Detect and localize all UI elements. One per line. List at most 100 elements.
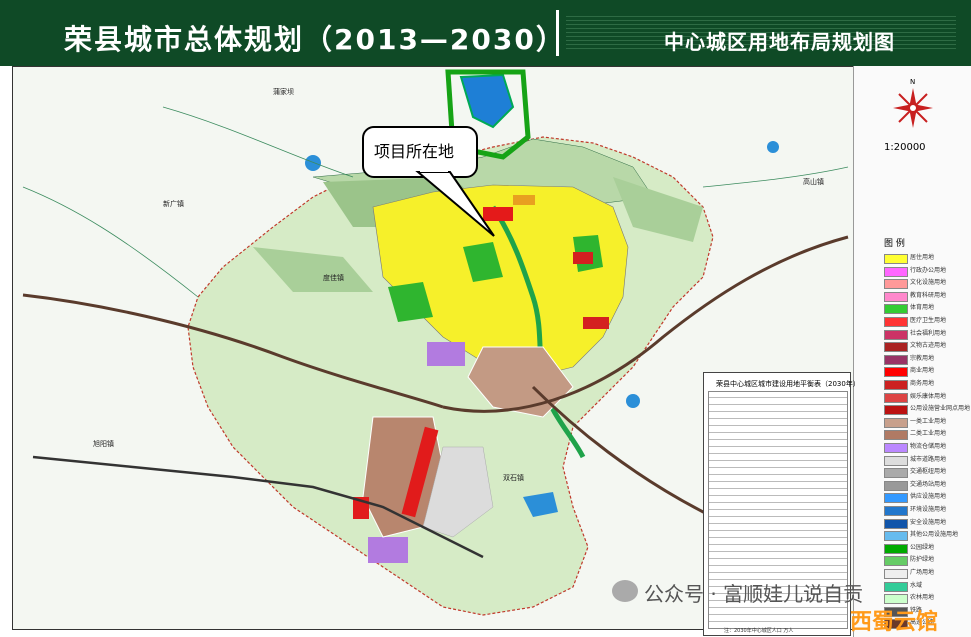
- legend-item: 教育科研用地: [884, 290, 971, 303]
- legend-item: 商务用地: [884, 378, 971, 391]
- legend-item: 水域: [884, 580, 971, 593]
- legend-item: 文化设施用地: [884, 277, 971, 290]
- legend-item: 供应设施用地: [884, 491, 971, 504]
- legend-item: 宗教用地: [884, 353, 971, 366]
- commercial-block-2: [513, 195, 535, 205]
- legend-label: 宗教用地: [910, 354, 935, 362]
- place-label-3: 新广镇: [163, 200, 184, 208]
- commercial-block-3: [573, 252, 593, 264]
- plan-title: 荣县城市总体规划（2013—2030）: [64, 23, 566, 56]
- legend-swatch: [884, 493, 908, 504]
- legend-label: 安全设施用地: [910, 518, 947, 526]
- legend-label: 居住用地: [910, 254, 935, 261]
- legend-panel: N 1:20000 图 例 居住用地行政办公用地 文化设施用地 教育科研用地 体育用地…: [853, 66, 971, 637]
- legend-swatch: [884, 380, 908, 390]
- legend-swatch: [884, 254, 908, 264]
- legend-label: 商务用地: [910, 380, 935, 387]
- place-label-4: 旭阳镇: [93, 440, 114, 448]
- legend-item: 一类工业用地: [884, 416, 971, 429]
- legend-item: 公园绿地: [884, 542, 971, 555]
- logistics-block-1: [427, 342, 465, 366]
- legend-label: 娱乐康体用地: [910, 392, 947, 400]
- legend-swatch: [884, 266, 908, 277]
- legend-item: 二类工业用地: [884, 428, 971, 441]
- legend-swatch: [884, 581, 908, 592]
- scale-label: 1:20000: [884, 142, 926, 153]
- legend-swatch: [884, 329, 908, 340]
- legend-item: 安全设施用地: [884, 517, 971, 530]
- callout-label: 项目所在地: [374, 142, 455, 161]
- compass-label: N: [910, 78, 915, 86]
- table-footnote: 注：2030年中心城区人口 万人: [724, 628, 794, 634]
- legend-label: 农林用地: [910, 594, 935, 602]
- title-banner: 荣县城市总体规划（2013—2030） 中心城区用地布局规划图: [0, 0, 971, 66]
- place-label-5: 度佳镇: [323, 274, 344, 282]
- legend-item: 娱乐康体用地: [884, 391, 971, 404]
- pond-2: [767, 141, 779, 153]
- legend-swatch: [884, 468, 908, 479]
- legend-swatch: [884, 405, 908, 416]
- legend-label: 环境设施用地: [910, 506, 947, 513]
- pond-1: [305, 155, 321, 171]
- legend-item: 医疗卫生用地: [884, 315, 971, 328]
- legend-item: 环境设施用地: [884, 504, 971, 517]
- legend-item: 交通场站用地: [884, 479, 971, 492]
- legend-swatch: [884, 455, 908, 466]
- road-east: [702, 166, 849, 188]
- legend-label: 水域: [910, 581, 923, 589]
- legend-item: 城市道路用地: [884, 454, 971, 467]
- commercial-block-4: [583, 317, 609, 329]
- legend-label: 社会福利用地: [910, 329, 947, 337]
- legend-swatch: [884, 518, 908, 529]
- legend-item: 商业用地: [884, 365, 971, 378]
- legend-swatch: [884, 392, 908, 403]
- legend-swatch: [884, 556, 908, 567]
- legend-label: 一类工业用地: [910, 417, 947, 425]
- legend-swatch: [884, 367, 908, 378]
- legend-label: 城市道路用地: [910, 455, 947, 463]
- legend-swatch: [884, 443, 908, 453]
- legend-item: 体育用地: [884, 302, 971, 315]
- watermark-text: 公众号 · 富顺娃儿说自贡: [644, 582, 864, 606]
- wechat-icon: [612, 580, 638, 602]
- pond-3: [626, 394, 640, 408]
- legend-swatch: [884, 291, 908, 302]
- logistics-block-2: [368, 537, 408, 563]
- plan-subtitle: 中心城区用地布局规划图: [664, 30, 895, 54]
- legend-label: 交通枢纽用地: [910, 468, 947, 476]
- legend-swatch: [884, 279, 908, 290]
- legend-label: 防护绿地: [910, 556, 935, 564]
- legend-label: 行政办公用地: [910, 266, 947, 274]
- place-label-6: 双石镇: [503, 474, 524, 482]
- legend-swatch: [884, 569, 908, 579]
- legend-label: 教育科研用地: [910, 291, 947, 299]
- legend-label: 公园绿地: [910, 543, 935, 551]
- road-north: [162, 106, 354, 178]
- legend-item: 广场用地: [884, 567, 971, 580]
- legend-swatch: [884, 417, 908, 428]
- legend-swatch: [884, 543, 908, 554]
- legend-item: 其他公用设施用地: [884, 529, 971, 542]
- header-divider: [556, 10, 559, 56]
- reservoir: [459, 73, 515, 129]
- legend-label: 供应设施用地: [910, 493, 947, 501]
- legend-swatch: [884, 342, 908, 353]
- legend-swatch: [884, 594, 908, 605]
- legend-label: 文化设施用地: [910, 279, 947, 287]
- legend-swatch: [884, 531, 908, 542]
- legend-title: 图 例: [884, 239, 905, 249]
- legend-label: 文物古迹用地: [910, 342, 947, 350]
- legend-item: 文物古迹用地: [884, 340, 971, 353]
- corner-logo: 西蜀云馆: [850, 610, 939, 635]
- legend-swatch: [884, 506, 908, 516]
- legend-swatch: [884, 354, 908, 365]
- legend-label: 其他公用设施用地: [910, 531, 959, 539]
- place-label-2: 高山镇: [803, 178, 824, 186]
- legend-swatch: [884, 480, 908, 491]
- legend-label: 体育用地: [910, 304, 935, 312]
- place-label-1: 蒲家坝: [273, 88, 294, 96]
- legend-label: 二类工业用地: [910, 430, 947, 438]
- legend-label: 广场用地: [910, 569, 935, 576]
- legend-item: 行政办公用地: [884, 265, 971, 278]
- legend-swatch: [884, 317, 908, 327]
